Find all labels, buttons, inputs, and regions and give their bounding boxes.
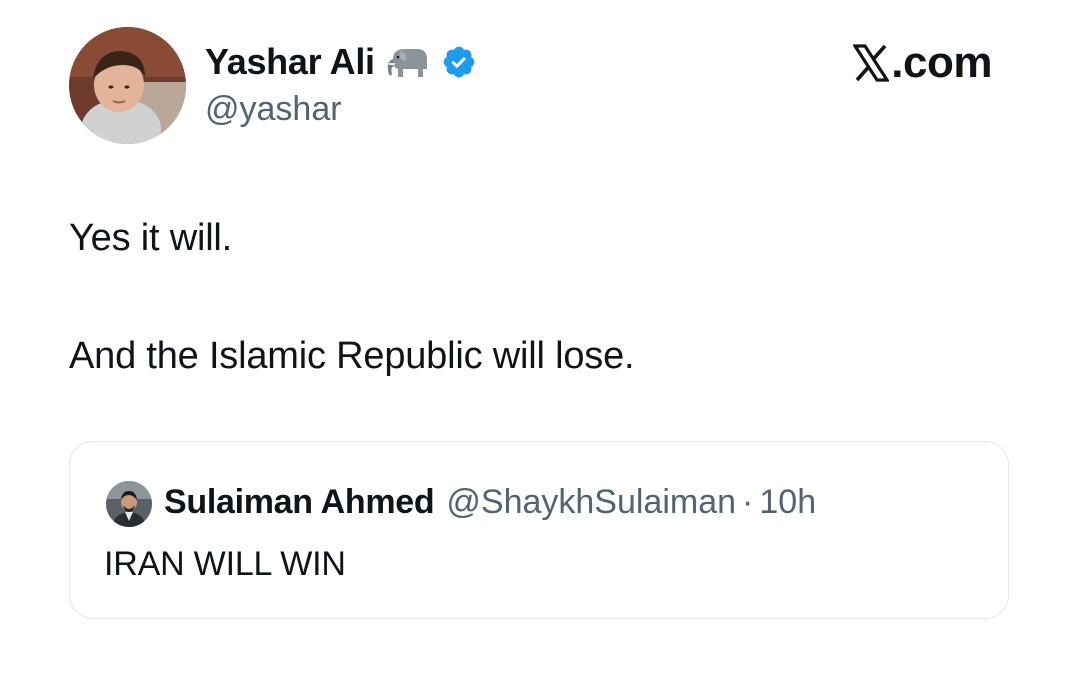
author-handle[interactable]: @yashar bbox=[205, 88, 342, 130]
brand-domain: .com bbox=[891, 38, 992, 87]
quoted-tweet-timestamp[interactable]: 10h bbox=[759, 479, 816, 525]
tweet-text-line-2: And the Islamic Republic will lose. bbox=[69, 335, 635, 377]
verified-badge-icon[interactable] bbox=[441, 44, 477, 80]
author-name[interactable]: Yashar Ali bbox=[205, 40, 375, 84]
tweet-text-line-1: Yes it will. bbox=[69, 217, 233, 259]
x-logo-icon bbox=[852, 44, 891, 82]
quoted-tweet-header: Sulaiman Ahmed @ShaykhSulaiman · 10h bbox=[164, 479, 816, 525]
quoted-tweet-text: IRAN WILL WIN bbox=[104, 545, 346, 583]
quoted-author-handle[interactable]: @ShaykhSulaiman bbox=[446, 479, 736, 525]
profile-photo bbox=[69, 27, 186, 144]
elephant-icon bbox=[385, 45, 431, 79]
separator-dot: · bbox=[742, 483, 754, 521]
author-avatar[interactable] bbox=[69, 27, 186, 144]
quoted-author-avatar[interactable] bbox=[106, 481, 152, 527]
quoted-author-name[interactable]: Sulaiman Ahmed bbox=[164, 479, 435, 525]
quoted-tweet-card[interactable]: Sulaiman Ahmed @ShaykhSulaiman · 10h IRA… bbox=[69, 441, 1009, 619]
brand-watermark: .com bbox=[852, 38, 992, 88]
author-name-row: Yashar Ali bbox=[205, 40, 477, 84]
quoted-profile-photo bbox=[106, 481, 152, 527]
